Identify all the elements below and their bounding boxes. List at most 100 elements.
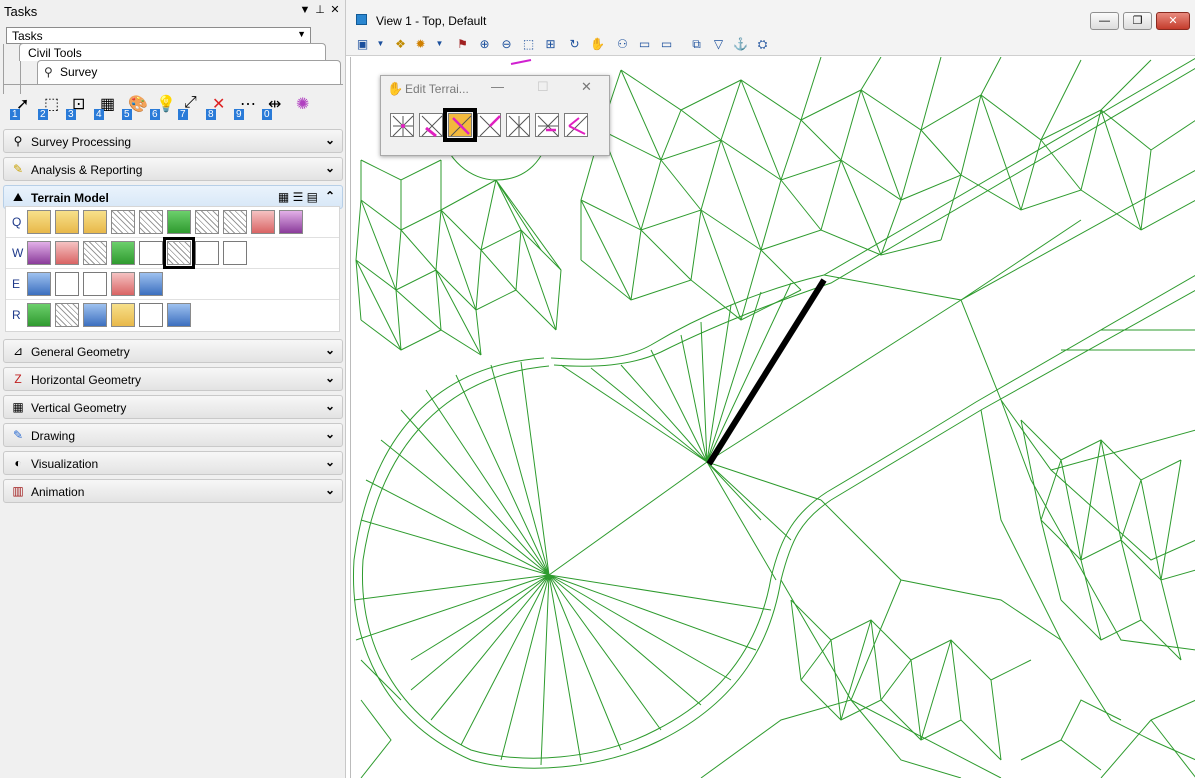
tool-row-e: E <box>6 269 339 300</box>
create-terrain-cloud-button[interactable] <box>111 210 135 234</box>
task-selector-dropdown[interactable]: Tasks ▼ <box>6 27 311 44</box>
contour-labels-button[interactable] <box>139 303 163 327</box>
chevron-down-icon: ⌄ <box>324 455 335 469</box>
survey-tool-9-button[interactable]: ⋯ 9 <box>232 92 260 122</box>
create-terrain-from-text-button[interactable] <box>167 210 191 234</box>
terrain-display-button[interactable] <box>83 303 107 327</box>
chevron-down-icon[interactable]: ▼ <box>372 36 389 52</box>
hotkey-number: 5 <box>122 109 132 120</box>
drape-elements-button[interactable] <box>83 272 107 296</box>
terrain-report-button[interactable] <box>27 303 51 327</box>
add-terrain-features-button[interactable] <box>55 241 79 265</box>
create-terrain-by-graphics-button[interactable] <box>139 210 163 234</box>
terrain-import-button[interactable] <box>111 303 135 327</box>
minimize-button[interactable]: — <box>1090 12 1119 30</box>
drawing-canvas[interactable] <box>350 57 1195 778</box>
survey-tool-6-button[interactable]: 💡 6 <box>148 92 176 122</box>
section-analysis-reporting[interactable]: ✎ Analysis & Reporting ⌄ <box>3 157 343 181</box>
move-vertex-tool[interactable] <box>535 113 559 137</box>
tree-guide <box>3 44 4 94</box>
section-animation[interactable]: ▥ Animation ⌄ <box>3 479 343 503</box>
section-drawing[interactable]: ✎ Drawing ⌄ <box>3 423 343 447</box>
create-clipped-terrain-button[interactable] <box>223 210 247 234</box>
survey-tool-0-button[interactable]: ⇹ 0 <box>260 92 288 122</box>
delete-vertex-tool[interactable] <box>390 113 414 137</box>
survey-settings-button[interactable]: ✺ <box>288 92 316 122</box>
section-general-geometry[interactable]: ⊿ General Geometry ⌄ <box>3 339 343 363</box>
survey-tool-5-button[interactable]: 🎨 5 <box>120 92 148 122</box>
survey-tool-4-button[interactable]: ▦ 4 <box>92 92 120 122</box>
level-display-icon[interactable]: ⚓ <box>732 36 749 52</box>
hotkey-number: 9 <box>234 109 244 120</box>
rotate-view-icon[interactable]: ↻ <box>566 36 583 52</box>
close-button[interactable]: ✕ <box>581 79 592 95</box>
fit-view-icon[interactable]: ⊞ <box>542 36 559 52</box>
draw-line-tool-button[interactable] <box>139 241 163 265</box>
zoom-out-icon[interactable]: ⊖ <box>498 36 515 52</box>
pan-icon[interactable]: ✋ <box>589 36 606 52</box>
add-boundary-button[interactable] <box>195 241 219 265</box>
restore-button[interactable]: ❐ <box>1123 12 1152 30</box>
section-label: Horizontal Geometry <box>31 373 142 387</box>
fence-tool-button[interactable]: ⬚ 2 <box>36 92 64 122</box>
edit-terrain-dialog: ✋ Edit Terrai... — ☐ ✕ <box>380 75 610 156</box>
terrain-analysis-button[interactable] <box>27 272 51 296</box>
remove-boundary-button[interactable] <box>223 241 247 265</box>
delete-line-tool[interactable] <box>477 113 501 137</box>
terrain-surfaces-button[interactable] <box>279 210 303 234</box>
terrain-boundary-button[interactable] <box>111 272 135 296</box>
survey-tool-8-button[interactable]: ✕ 8 <box>204 92 232 122</box>
copy-view-icon[interactable]: ⧉ <box>688 36 705 52</box>
view-titlebar[interactable]: View 1 - Top, Default — ❐ ✕ <box>346 0 1195 32</box>
section-survey-processing[interactable]: ⚲ Survey Processing ⌄ <box>3 129 343 153</box>
next-view-icon[interactable]: ▭ <box>658 36 675 52</box>
display-style-icon[interactable]: ❖ <box>392 36 409 52</box>
chevron-down-icon: ⌄ <box>324 161 335 175</box>
select-tool-button[interactable]: ➚ 1 <box>8 92 36 122</box>
terrain-merge-button[interactable] <box>139 272 163 296</box>
edit-terrain-tool-1-button[interactable] <box>27 241 51 265</box>
minimize-button[interactable]: — <box>491 79 504 94</box>
drape-element-button[interactable] <box>55 272 79 296</box>
section-vertical-geometry[interactable]: ▦ Vertical Geometry ⌄ <box>3 395 343 419</box>
edit-terrain-button[interactable] <box>163 237 195 269</box>
create-delta-terrain-button[interactable] <box>251 210 275 234</box>
survey-tool-7-button[interactable]: ⤢ 7 <box>176 92 204 122</box>
survey-tool-3-button[interactable]: ⊡ 3 <box>64 92 92 122</box>
swap-line-tool[interactable] <box>443 108 477 142</box>
tasks-panel: Tasks ▼ ⊥ ✕ Tasks ▼ Civil Tools ⚲ Survey… <box>0 0 346 778</box>
view-settings-icon[interactable]: ⛭ <box>754 36 771 52</box>
section-visualization[interactable]: ◐ Visualization ⌄ <box>3 451 343 475</box>
pin-icon[interactable]: ⊥ <box>313 3 327 17</box>
change-elevation-tool[interactable] <box>564 113 588 137</box>
previous-view-icon[interactable]: ▭ <box>636 36 653 52</box>
walk-icon[interactable]: ⚇ <box>614 36 631 52</box>
tree-item-civil-tools[interactable]: Civil Tools <box>19 43 326 61</box>
terrain-export-button[interactable] <box>55 303 79 327</box>
create-complex-terrain-button[interactable] <box>195 210 219 234</box>
hotkey-number: 2 <box>38 109 48 120</box>
panel-menu-icon[interactable]: ▼ <box>298 3 312 17</box>
lighting-icon[interactable]: ✹ <box>412 36 429 52</box>
terrain-features-button[interactable] <box>111 241 135 265</box>
chevron-down-icon[interactable]: ▼ <box>431 36 448 52</box>
delete-triangle-tool[interactable] <box>419 113 443 138</box>
close-icon[interactable]: ✕ <box>328 3 342 17</box>
section-horizontal-geometry[interactable]: Z Horizontal Geometry ⌄ <box>3 367 343 391</box>
tree-item-survey[interactable]: ⚲ Survey <box>37 60 341 84</box>
zoom-in-icon[interactable]: ⊕ <box>476 36 493 52</box>
terrain-mesh[interactable] <box>351 57 1195 778</box>
view-update-icon[interactable]: ⚑ <box>454 36 471 52</box>
remove-terrain-features-button[interactable] <box>83 241 107 265</box>
view-filter-icon[interactable]: ▽ <box>710 36 727 52</box>
insert-vertex-tool[interactable] <box>506 113 530 137</box>
window-area-icon[interactable]: ⬚ <box>520 36 537 52</box>
create-terrain-from-elements-button[interactable] <box>27 210 51 234</box>
spot-elevation-labels-button[interactable] <box>167 303 191 327</box>
create-terrain-from-file-button[interactable] <box>55 210 79 234</box>
view-attributes-icon[interactable]: ▣ <box>354 36 371 52</box>
terrain-legend-button[interactable] <box>83 210 107 234</box>
edit-dialog-title: Edit Terrai... <box>405 82 469 96</box>
view-mode-icons[interactable]: ▦ ☰ ▤ <box>278 190 318 204</box>
close-button[interactable]: ✕ <box>1156 12 1190 30</box>
